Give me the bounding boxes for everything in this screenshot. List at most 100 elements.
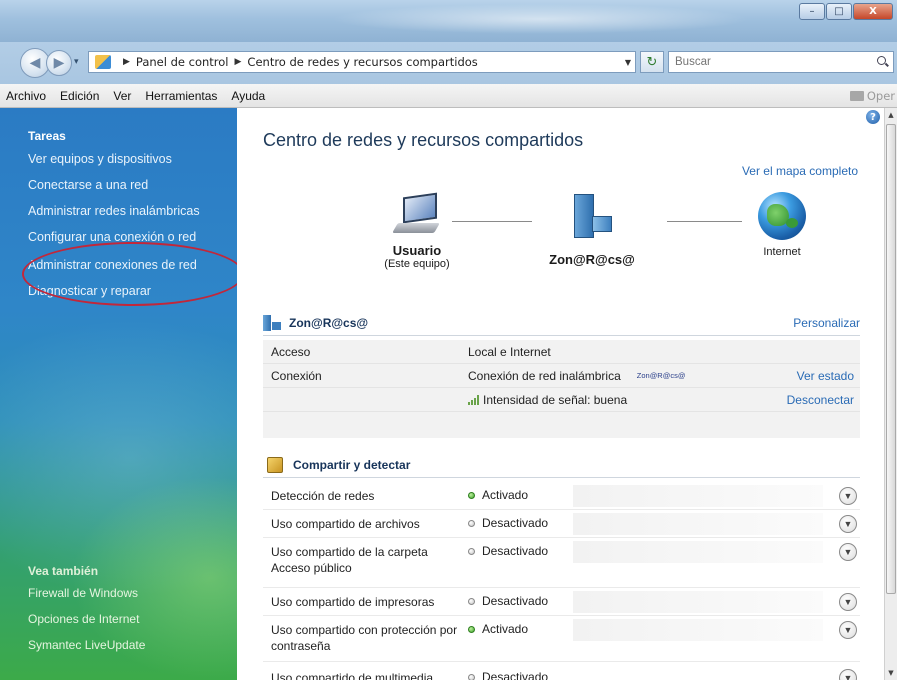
address-bar[interactable]: ▶ Panel de control ▶ Centro de redes y r… [88, 51, 636, 73]
refresh-button[interactable]: ↻ [640, 51, 664, 73]
diagram-connector [452, 221, 532, 222]
network-details: Acceso Local e Internet Conexión Conexió… [263, 340, 860, 438]
menu-herramientas[interactable]: Herramientas [138, 89, 224, 103]
share-row-label: Uso compartido de la carpeta Acceso públ… [271, 545, 428, 575]
connection-network-name: Zon@R@cs@ [636, 371, 686, 380]
diagram-node-user[interactable]: Usuario (Este equipo) [367, 192, 467, 270]
window-titlebar: – □ X [0, 0, 897, 42]
see-also-link-liveupdate[interactable]: Symantec LiveUpdate [28, 638, 145, 652]
network-icon [570, 194, 614, 240]
status-text: Desactivado [482, 670, 549, 680]
expand-button[interactable]: ▼ [839, 515, 857, 533]
sidebar-link-connect-network[interactable]: Conectarse a una red [28, 178, 148, 192]
see-also-link-firewall[interactable]: Firewall de Windows [28, 586, 138, 600]
disconnect-link[interactable]: Desconectar [787, 393, 854, 407]
view-status-link[interactable]: Ver estado [797, 369, 854, 383]
status-on-icon [468, 491, 475, 499]
row-shade [573, 619, 823, 641]
status-off-icon [468, 519, 475, 527]
expand-button[interactable]: ▼ [839, 543, 857, 561]
forward-arrow-icon: ▶ [53, 55, 65, 71]
address-dropdown-icon[interactable]: ▼ [625, 58, 631, 67]
search-input[interactable] [669, 56, 859, 68]
status-text: Desactivado [482, 516, 549, 530]
diagram-node-internet[interactable]: Internet [742, 192, 822, 258]
search-box [668, 51, 894, 73]
connection-label: Conexión [271, 368, 322, 383]
customize-link[interactable]: Personalizar [793, 316, 860, 330]
expand-button[interactable]: ▼ [839, 487, 857, 505]
menu-bar: Archivo Edición Ver Herramientas Ayuda O… [0, 84, 897, 108]
view-full-map-link[interactable]: Ver el mapa completo [742, 164, 858, 178]
folder-icon [849, 90, 864, 101]
detail-row-access: Acceso Local e Internet [263, 340, 860, 364]
sidebar-link-view-devices[interactable]: Ver equipos y dispositivos [28, 152, 172, 166]
scroll-down-icon[interactable]: ▼ [885, 666, 897, 680]
globe-icon [758, 192, 806, 240]
access-label: Acceso [271, 344, 311, 359]
help-icon[interactable]: ? [866, 110, 880, 124]
tasks-title: Tareas [28, 129, 66, 143]
main-content: ? Centro de redes y recursos compartidos… [237, 108, 884, 680]
chevron-down-icon: ▼ [843, 597, 853, 607]
menu-edicion[interactable]: Edición [53, 89, 106, 103]
detail-row-connection: Conexión Conexión de red inalámbrica Zon… [263, 364, 860, 388]
share-row-password-protected: Uso compartido con protección por contra… [263, 616, 860, 662]
expand-button[interactable]: ▼ [839, 593, 857, 611]
status-off-icon [468, 673, 475, 680]
history-dropdown-icon[interactable]: ▾ [74, 57, 79, 67]
close-button[interactable]: X [853, 3, 893, 20]
breadcrumb-control-panel[interactable]: Panel de control [136, 55, 229, 69]
row-shade [573, 591, 823, 613]
signal-value: Intensidad de señal: buena [483, 392, 628, 407]
share-row-printer-sharing: Uso compartido de impresoras Desactivado… [263, 588, 860, 616]
window-controls: – □ X [798, 3, 893, 20]
share-row-label: Uso compartido con protección por contra… [271, 623, 458, 653]
scroll-up-icon[interactable]: ▲ [885, 108, 897, 122]
status-off-icon [468, 597, 475, 605]
status-off-icon [468, 547, 475, 555]
forward-button[interactable]: ▶ [46, 50, 72, 76]
open-folder-button[interactable]: Oper [849, 88, 895, 103]
access-value: Local e Internet [468, 344, 551, 359]
see-also-link-internet-options[interactable]: Opciones de Internet [28, 612, 139, 626]
row-shade [573, 541, 823, 563]
diagram-node-network[interactable]: Zon@R@cs@ [537, 194, 647, 267]
minimize-button[interactable]: – [799, 3, 825, 20]
maximize-button[interactable]: □ [826, 3, 852, 20]
sharing-section-header: Compartir y detectar [263, 452, 860, 478]
see-also-title: Vea también [28, 564, 99, 578]
sidebar-link-manage-wireless[interactable]: Administrar redes inalámbricas [28, 204, 200, 218]
address-row: ◀ ▶ ▾ ▶ Panel de control ▶ Centro de red… [0, 42, 897, 84]
breadcrumb-network-center[interactable]: Centro de redes y recursos compartidos [247, 55, 477, 69]
share-row-file-sharing: Uso compartido de archivos Desactivado ▼ [263, 510, 860, 538]
menu-ver[interactable]: Ver [106, 89, 138, 103]
detail-row-spacer [263, 412, 860, 438]
search-icon[interactable] [877, 56, 889, 68]
menu-ayuda[interactable]: Ayuda [224, 89, 272, 103]
connection-value-wrap: Conexión de red inalámbrica Zon@R@cs@ [468, 369, 685, 383]
signal-value-wrap: Intensidad de señal: buena [468, 393, 627, 407]
share-row-status: Activado [468, 488, 528, 502]
scroll-thumb[interactable] [886, 124, 896, 594]
status-text: Desactivado [482, 544, 549, 558]
highlight-annotation [22, 242, 237, 306]
sharing-section-title: Compartir y detectar [293, 457, 411, 472]
expand-button[interactable]: ▼ [839, 621, 857, 639]
chevron-down-icon: ▼ [843, 519, 853, 529]
status-text: Activado [482, 488, 529, 502]
sharing-icon [267, 456, 283, 473]
share-row-media-sharing: Uso compartido de multimedia Desactivado… [263, 664, 860, 680]
sidebar: Tareas Ver equipos y dispositivos Conect… [0, 108, 237, 680]
vertical-scrollbar[interactable]: ▲ ▼ [884, 108, 897, 680]
network-section-title: Zon@R@cs@ [289, 315, 369, 330]
node-user-sub: (Este equipo) [384, 258, 450, 270]
chevron-down-icon: ▼ [843, 673, 853, 680]
breadcrumb-separator-icon[interactable]: ▶ [235, 57, 242, 67]
open-label: Oper [866, 88, 895, 103]
share-row-label: Uso compartido de impresoras [271, 595, 435, 609]
breadcrumb-separator-icon[interactable]: ▶ [123, 57, 130, 67]
glass-highlight [330, 4, 750, 34]
menu-archivo[interactable]: Archivo [0, 89, 53, 103]
expand-button[interactable]: ▼ [839, 669, 857, 680]
